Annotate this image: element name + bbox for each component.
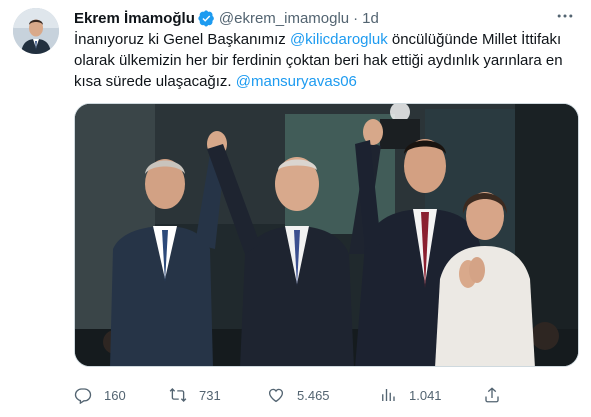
views-icon bbox=[382, 389, 395, 401]
more-options-icon[interactable] bbox=[555, 6, 575, 26]
avatar[interactable] bbox=[13, 8, 59, 54]
like-icon bbox=[268, 388, 284, 403]
like-button[interactable]: 5.465 bbox=[267, 384, 330, 406]
views-count: 1.041 bbox=[409, 387, 442, 403]
share-button[interactable] bbox=[483, 384, 511, 406]
tweet-text-part1: İnanıyoruz ki Genel Başkanımız bbox=[74, 31, 290, 48]
tweet-card[interactable]: Ekrem İmamoğlu @ekrem_imamoglu · 1d İnan… bbox=[0, 0, 591, 417]
tweet-timestamp[interactable]: 1d bbox=[362, 10, 379, 27]
reply-icon bbox=[74, 388, 92, 404]
author-handle[interactable]: @ekrem_imamoglu bbox=[219, 10, 349, 27]
tweet-header: Ekrem İmamoğlu @ekrem_imamoglu · 1d bbox=[74, 8, 575, 28]
like-count: 5.465 bbox=[297, 387, 330, 403]
mention-link[interactable]: @kilicdarogluk bbox=[290, 31, 388, 48]
share-icon bbox=[485, 387, 499, 403]
tweet-photo[interactable] bbox=[74, 103, 579, 367]
reply-count: 160 bbox=[104, 387, 126, 403]
separator-dot: · bbox=[353, 9, 359, 27]
retweet-button[interactable]: 731 bbox=[169, 384, 221, 406]
action-bar: 160 731 5.465 1.041 bbox=[74, 384, 579, 406]
author-name[interactable]: Ekrem İmamoğlu bbox=[74, 10, 195, 27]
avatar-image bbox=[13, 8, 59, 54]
retweet-count: 731 bbox=[199, 387, 221, 403]
mention-link[interactable]: @mansuryavas06 bbox=[236, 73, 357, 90]
photo-illustration bbox=[75, 104, 578, 366]
verified-badge-icon bbox=[198, 9, 214, 26]
retweet-icon bbox=[169, 388, 187, 402]
reply-button[interactable]: 160 bbox=[74, 384, 126, 406]
views-button[interactable]: 1.041 bbox=[379, 384, 442, 406]
tweet-text: İnanıyoruz ki Genel Başkanımız @kilicdar… bbox=[74, 29, 579, 92]
